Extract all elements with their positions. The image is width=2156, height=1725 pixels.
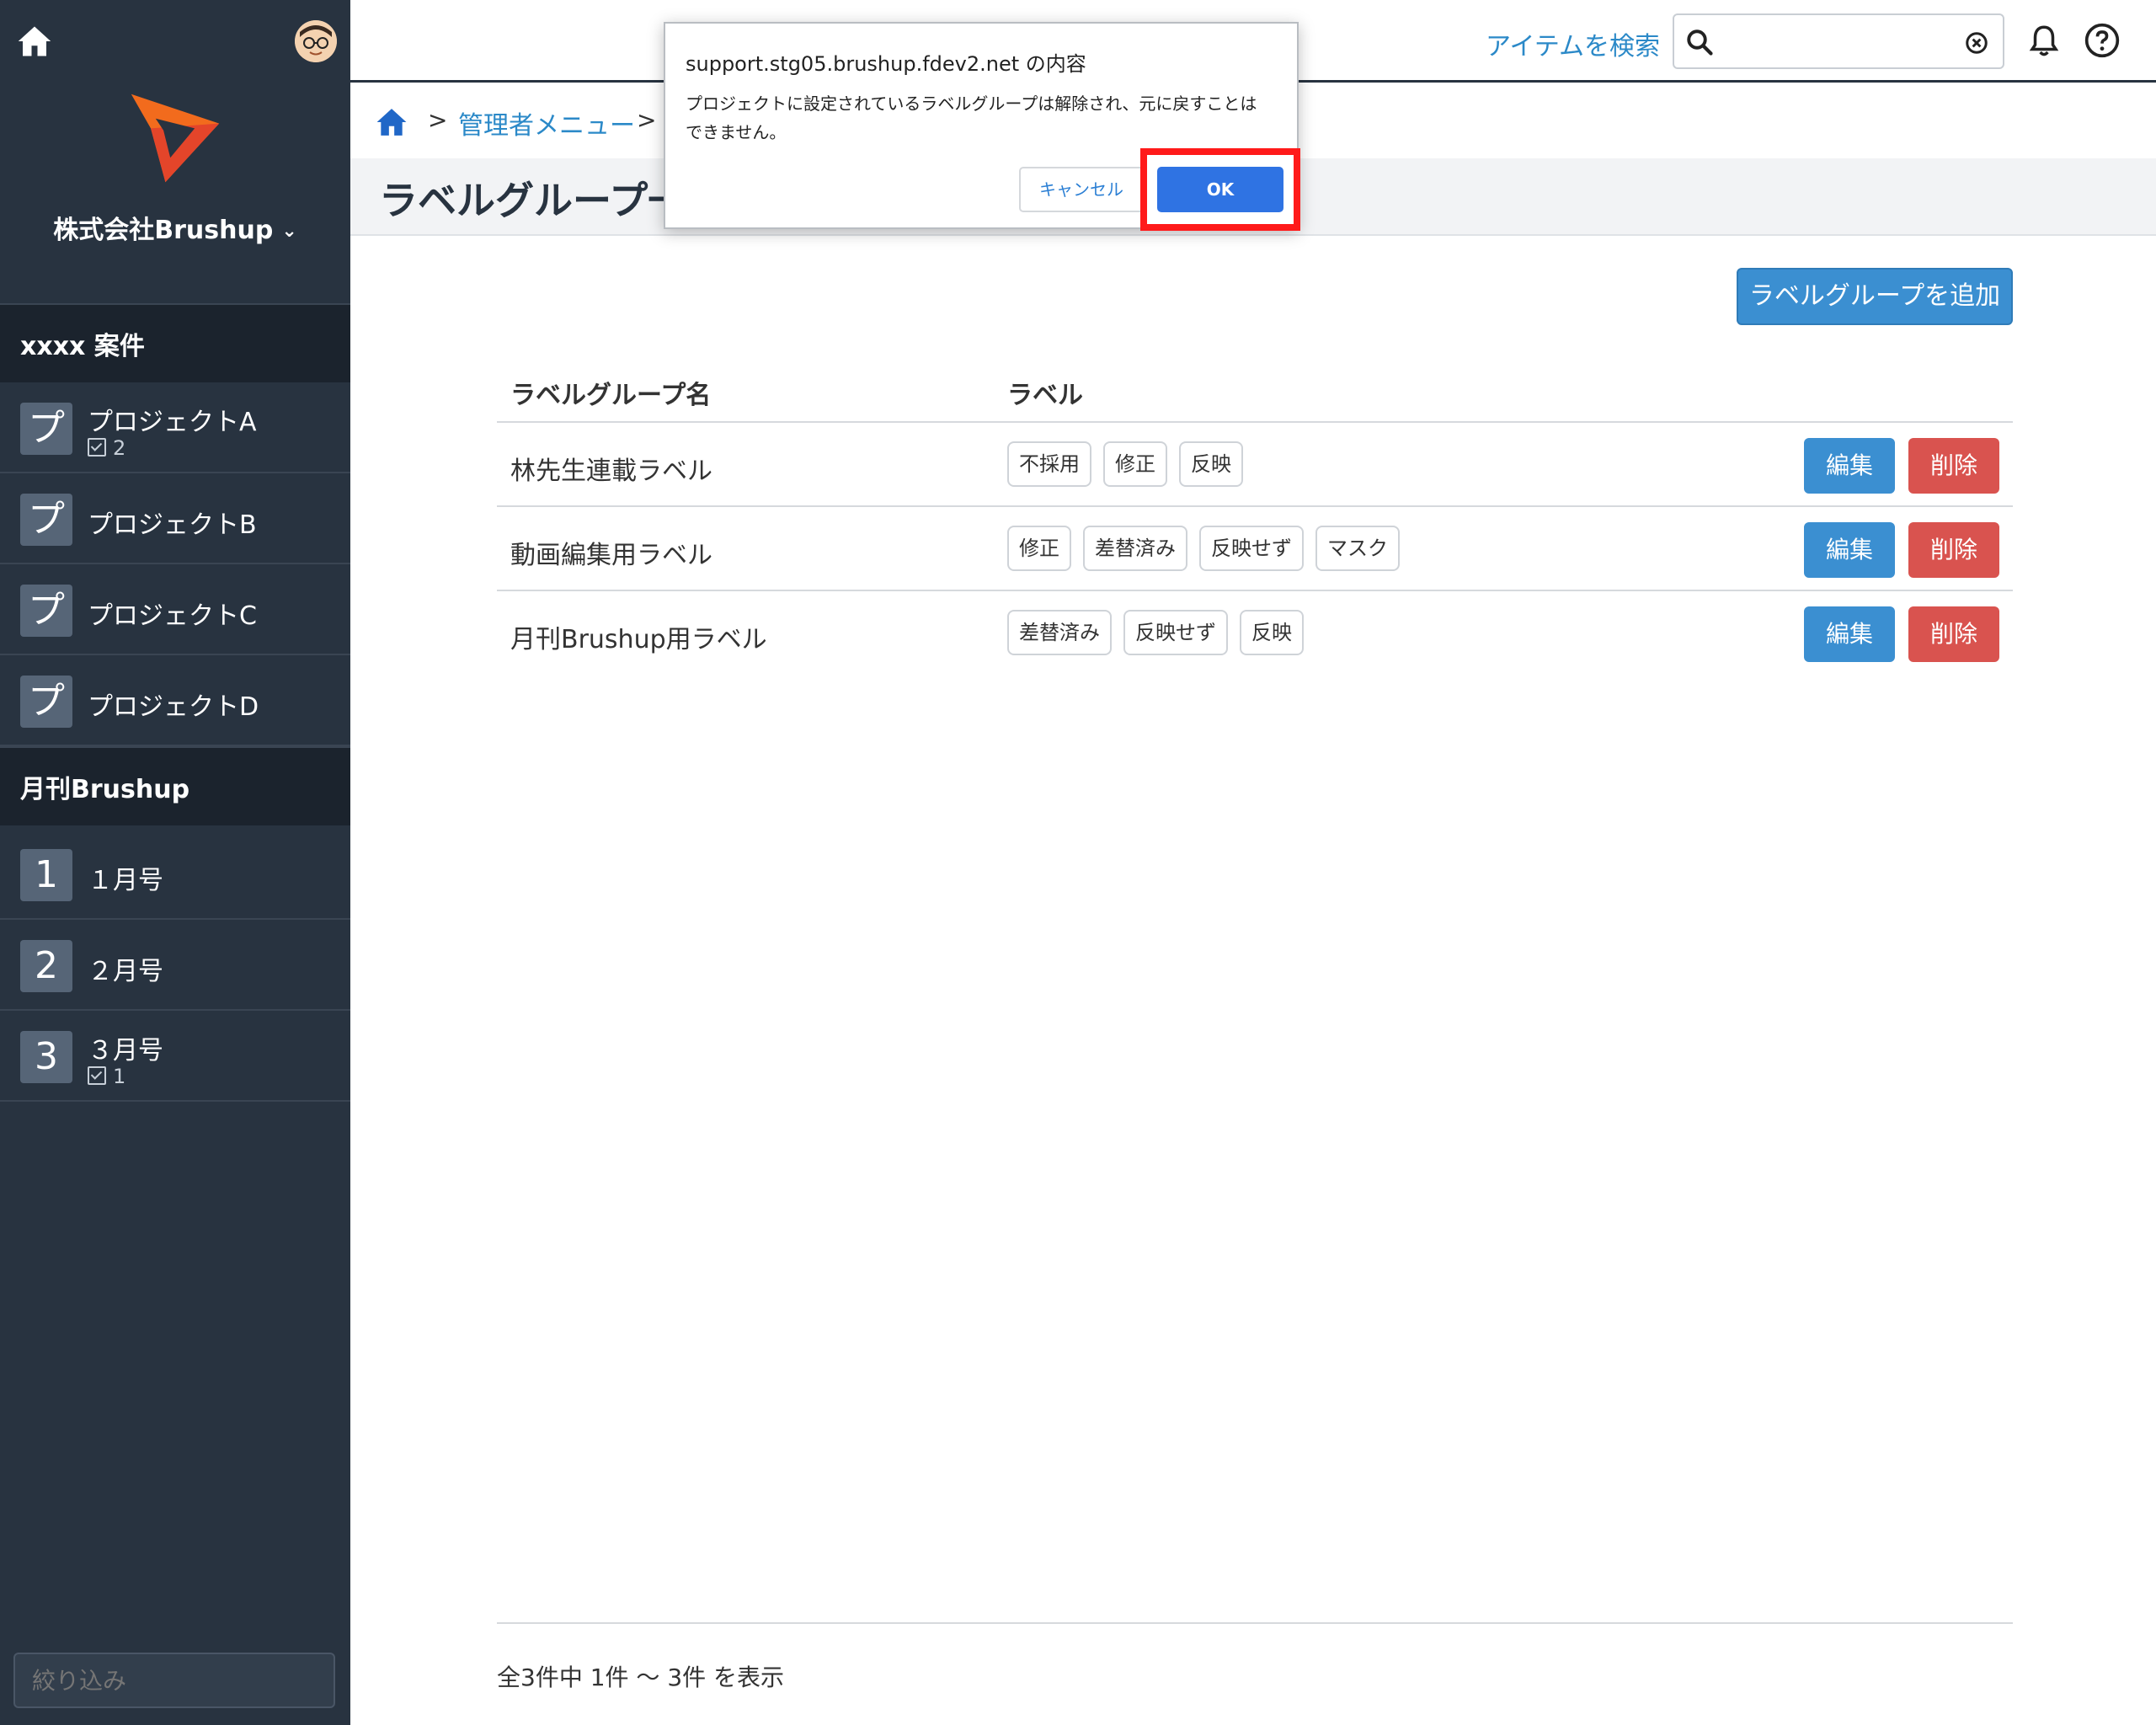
- sidebar-item-label: ３月号: [88, 1036, 163, 1065]
- label-tag: 差替済み: [1007, 610, 1112, 655]
- task-count: 2: [88, 436, 125, 460]
- label-tags: 差替済み 反映せず 反映: [1007, 610, 1315, 657]
- company-switcher[interactable]: 株式会社Brushup ⌄: [0, 209, 350, 246]
- sidebar-item-project-d[interactable]: プ プロジェクトD: [0, 655, 350, 746]
- column-header-labels: ラベル: [1007, 381, 1083, 410]
- dialog-message: プロジェクトに設定されているラベルグループは解除され、元に戻すことは できません…: [686, 93, 1257, 142]
- add-label-group-button[interactable]: ラベルグループを追加: [1737, 268, 2013, 325]
- sidebar-item-label: プロジェクトA: [88, 408, 257, 437]
- issue-badge: 1: [20, 849, 72, 901]
- item-search-link[interactable]: アイテムを検索: [1486, 25, 1660, 62]
- label-group-name: 林先生連載ラベル: [510, 457, 712, 486]
- dialog-cancel-button[interactable]: キャンセル: [1019, 167, 1144, 212]
- label-group-name: 動画編集用ラベル: [510, 541, 712, 570]
- check-icon: [88, 1066, 106, 1085]
- clear-icon[interactable]: [1964, 30, 1989, 56]
- column-header-name: ラベルグループ名: [510, 381, 712, 410]
- issue-badge: 3: [20, 1031, 72, 1083]
- search-icon: [1687, 29, 1713, 56]
- table-header: ラベルグループ名 ラベル: [497, 362, 2013, 423]
- delete-button[interactable]: 削除: [1908, 606, 1999, 662]
- label-tag: 修正: [1103, 441, 1167, 487]
- label-tag: 修正: [1007, 526, 1071, 571]
- sidebar-item-label: ２月号: [88, 957, 163, 986]
- edit-button[interactable]: 編集: [1804, 522, 1895, 578]
- label-tag: 反映: [1240, 610, 1304, 655]
- sidebar-item-label: プロジェクトC: [88, 601, 257, 631]
- sidebar-section-header: 月刊Brushup: [0, 746, 350, 825]
- divider: [497, 1622, 2013, 1624]
- project-badge: プ: [20, 403, 72, 455]
- table-row: 動画編集用ラベル 修正 差替済み 反映せず マスク 編集 削除: [497, 507, 2013, 591]
- chevron-down-icon: ⌄: [281, 221, 297, 242]
- bell-icon[interactable]: [2026, 22, 2062, 59]
- label-tags: 不採用 修正 反映: [1007, 441, 1255, 489]
- home-icon[interactable]: [376, 106, 408, 138]
- table-row: 林先生連載ラベル 不採用 修正 反映 編集 削除: [497, 423, 2013, 507]
- dialog-title: support.stg05.brushup.fdev2.net の内容: [686, 52, 1086, 76]
- delete-button[interactable]: 削除: [1908, 522, 1999, 578]
- project-badge: プ: [20, 585, 72, 637]
- help-icon[interactable]: [2084, 22, 2121, 59]
- label-tag: マスク: [1315, 526, 1400, 571]
- delete-button[interactable]: 削除: [1908, 438, 1999, 494]
- pagination-summary: 全3件中 1件 〜 3件 を表示: [497, 1664, 785, 1691]
- label-tag: 反映せず: [1199, 526, 1304, 571]
- company-name: 株式会社Brushup: [53, 216, 274, 245]
- project-badge: プ: [20, 676, 72, 728]
- search-input[interactable]: [1673, 13, 2004, 69]
- label-tag: 反映せず: [1123, 610, 1228, 655]
- task-count: 1: [88, 1065, 125, 1088]
- label-tag: 反映: [1179, 441, 1243, 487]
- dialog-ok-button[interactable]: OK: [1157, 167, 1283, 212]
- sidebar-item-january[interactable]: 1 １月号: [0, 829, 350, 920]
- sidebar-item-project-a[interactable]: プ プロジェクトA 2: [0, 382, 350, 473]
- sidebar-item-label: プロジェクトD: [88, 692, 259, 722]
- sidebar-item-label: プロジェクトB: [88, 510, 257, 540]
- label-group-table: ラベルグループ名 ラベル 林先生連載ラベル 不採用 修正 反映 編集 削除 動画編集…: [497, 362, 2013, 676]
- sidebar-section-header: xxxx 案件: [0, 303, 350, 382]
- label-tag: 不採用: [1007, 441, 1091, 487]
- sidebar-item-project-b[interactable]: プ プロジェクトB: [0, 473, 350, 564]
- breadcrumb-separator: >: [428, 106, 448, 134]
- confirm-dialog: support.stg05.brushup.fdev2.net の内容 プロジェ…: [664, 22, 1299, 229]
- project-badge: プ: [20, 494, 72, 546]
- home-icon[interactable]: [17, 24, 52, 59]
- sidebar-item-project-c[interactable]: プ プロジェクトC: [0, 564, 350, 655]
- sidebar-filter-input[interactable]: [13, 1653, 335, 1708]
- label-tags: 修正 差替済み 反映せず マスク: [1007, 526, 1412, 573]
- edit-button[interactable]: 編集: [1804, 438, 1895, 494]
- sidebar-item-february[interactable]: 2 ２月号: [0, 920, 350, 1011]
- breadcrumb-separator: >: [637, 106, 657, 134]
- sidebar: 株式会社Brushup ⌄ xxxx 案件 プ プロジェクトA 2 プ プロジェク…: [0, 0, 350, 1725]
- edit-button[interactable]: 編集: [1804, 606, 1895, 662]
- label-group-name: 月刊Brushup用ラベル: [510, 625, 767, 654]
- breadcrumb-admin-menu[interactable]: 管理者メニュー: [458, 104, 635, 142]
- sidebar-item-march[interactable]: 3 ３月号 1: [0, 1011, 350, 1102]
- check-icon: [88, 438, 106, 457]
- label-tag: 差替済み: [1083, 526, 1187, 571]
- brushup-logo: [131, 93, 220, 183]
- sidebar-item-label: １月号: [88, 866, 163, 895]
- page-title: ラベルグループ一: [379, 178, 687, 223]
- avatar[interactable]: [295, 20, 337, 62]
- table-row: 月刊Brushup用ラベル 差替済み 反映せず 反映 編集 削除: [497, 591, 2013, 676]
- issue-badge: 2: [20, 940, 72, 992]
